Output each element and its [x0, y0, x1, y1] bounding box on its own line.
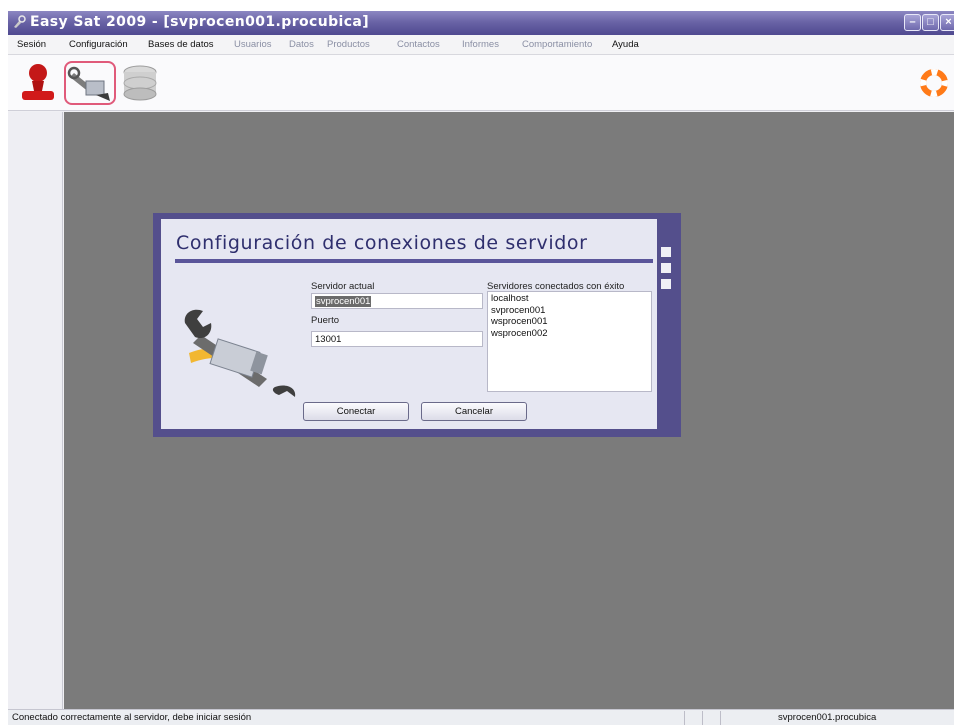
close-icon: × [945, 16, 952, 28]
database-icon [123, 65, 157, 101]
dialog-handle[interactable] [661, 279, 671, 289]
app-icon [14, 15, 26, 28]
minimize-icon: – [909, 16, 916, 28]
status-divider [720, 711, 721, 725]
menu-configuracion[interactable]: Configuración [69, 39, 128, 50]
window-title: Easy Sat 2009 - [svprocen001.procubica] [30, 14, 370, 30]
wrench-connector-icon [184, 309, 296, 397]
minimize-button[interactable]: – [904, 14, 921, 31]
connect-button[interactable]: Conectar [303, 402, 409, 421]
menu-ayuda[interactable]: Ayuda [612, 39, 639, 50]
menu-sesion[interactable]: Sesión [17, 39, 46, 50]
dialog-handle[interactable] [661, 263, 671, 273]
connection-dialog: Configuración de conexiones de servidor … [153, 213, 681, 437]
list-item[interactable]: wsprocen002 [491, 328, 648, 340]
port-label: Puerto [311, 315, 339, 326]
menu-bases-de-datos[interactable]: Bases de datos [148, 39, 214, 50]
menu-informes[interactable]: Informes [462, 39, 499, 50]
list-item[interactable]: wsprocen001 [491, 316, 648, 328]
menu-datos[interactable]: Datos [289, 39, 314, 50]
status-divider [702, 711, 703, 725]
port-value: 13001 [315, 334, 342, 345]
config-tools-icon [67, 66, 110, 101]
user-stamp-icon [22, 64, 54, 100]
lifebuoy-icon [920, 69, 948, 97]
configuration-button[interactable] [64, 61, 116, 105]
status-message: Conectado correctamente al servidor, deb… [12, 712, 252, 723]
left-panel [8, 112, 63, 709]
menu-contactos[interactable]: Contactos [397, 39, 440, 50]
database-button[interactable] [116, 61, 168, 105]
port-input[interactable]: 13001 [311, 331, 483, 347]
list-item[interactable]: localhost [491, 293, 648, 305]
session-button[interactable] [12, 61, 64, 105]
maximize-icon: □ [927, 16, 934, 28]
toolbar [8, 55, 954, 111]
close-button[interactable]: × [940, 14, 954, 31]
title-divider [175, 259, 653, 263]
cancel-button[interactable]: Cancelar [421, 402, 527, 421]
server-input[interactable]: svprocen001 [311, 293, 483, 309]
server-value: svprocen001 [315, 296, 372, 307]
title-bar: Easy Sat 2009 - [svprocen001.procubica] … [8, 11, 954, 35]
maximize-button[interactable]: □ [922, 14, 939, 31]
help-button[interactable] [920, 69, 948, 97]
dialog-title: Configuración de conexiones de servidor [176, 232, 588, 254]
menu-productos[interactable]: Productos [327, 39, 370, 50]
connected-servers-list[interactable]: localhost svprocen001 wsprocen001 wsproc… [487, 291, 652, 392]
status-bar: Conectado correctamente al servidor, deb… [8, 709, 954, 725]
menu-comportamiento[interactable]: Comportamiento [522, 39, 592, 50]
status-server: svprocen001.procubica [778, 712, 877, 723]
menu-usuarios[interactable]: Usuarios [234, 39, 272, 50]
server-label: Servidor actual [311, 281, 375, 292]
dialog-handle[interactable] [661, 247, 671, 257]
list-item[interactable]: svprocen001 [491, 305, 648, 317]
dialog-body: Configuración de conexiones de servidor … [161, 219, 657, 429]
status-divider [684, 711, 685, 725]
menu-bar: Sesión Configuración Bases de datos Usua… [8, 35, 954, 55]
